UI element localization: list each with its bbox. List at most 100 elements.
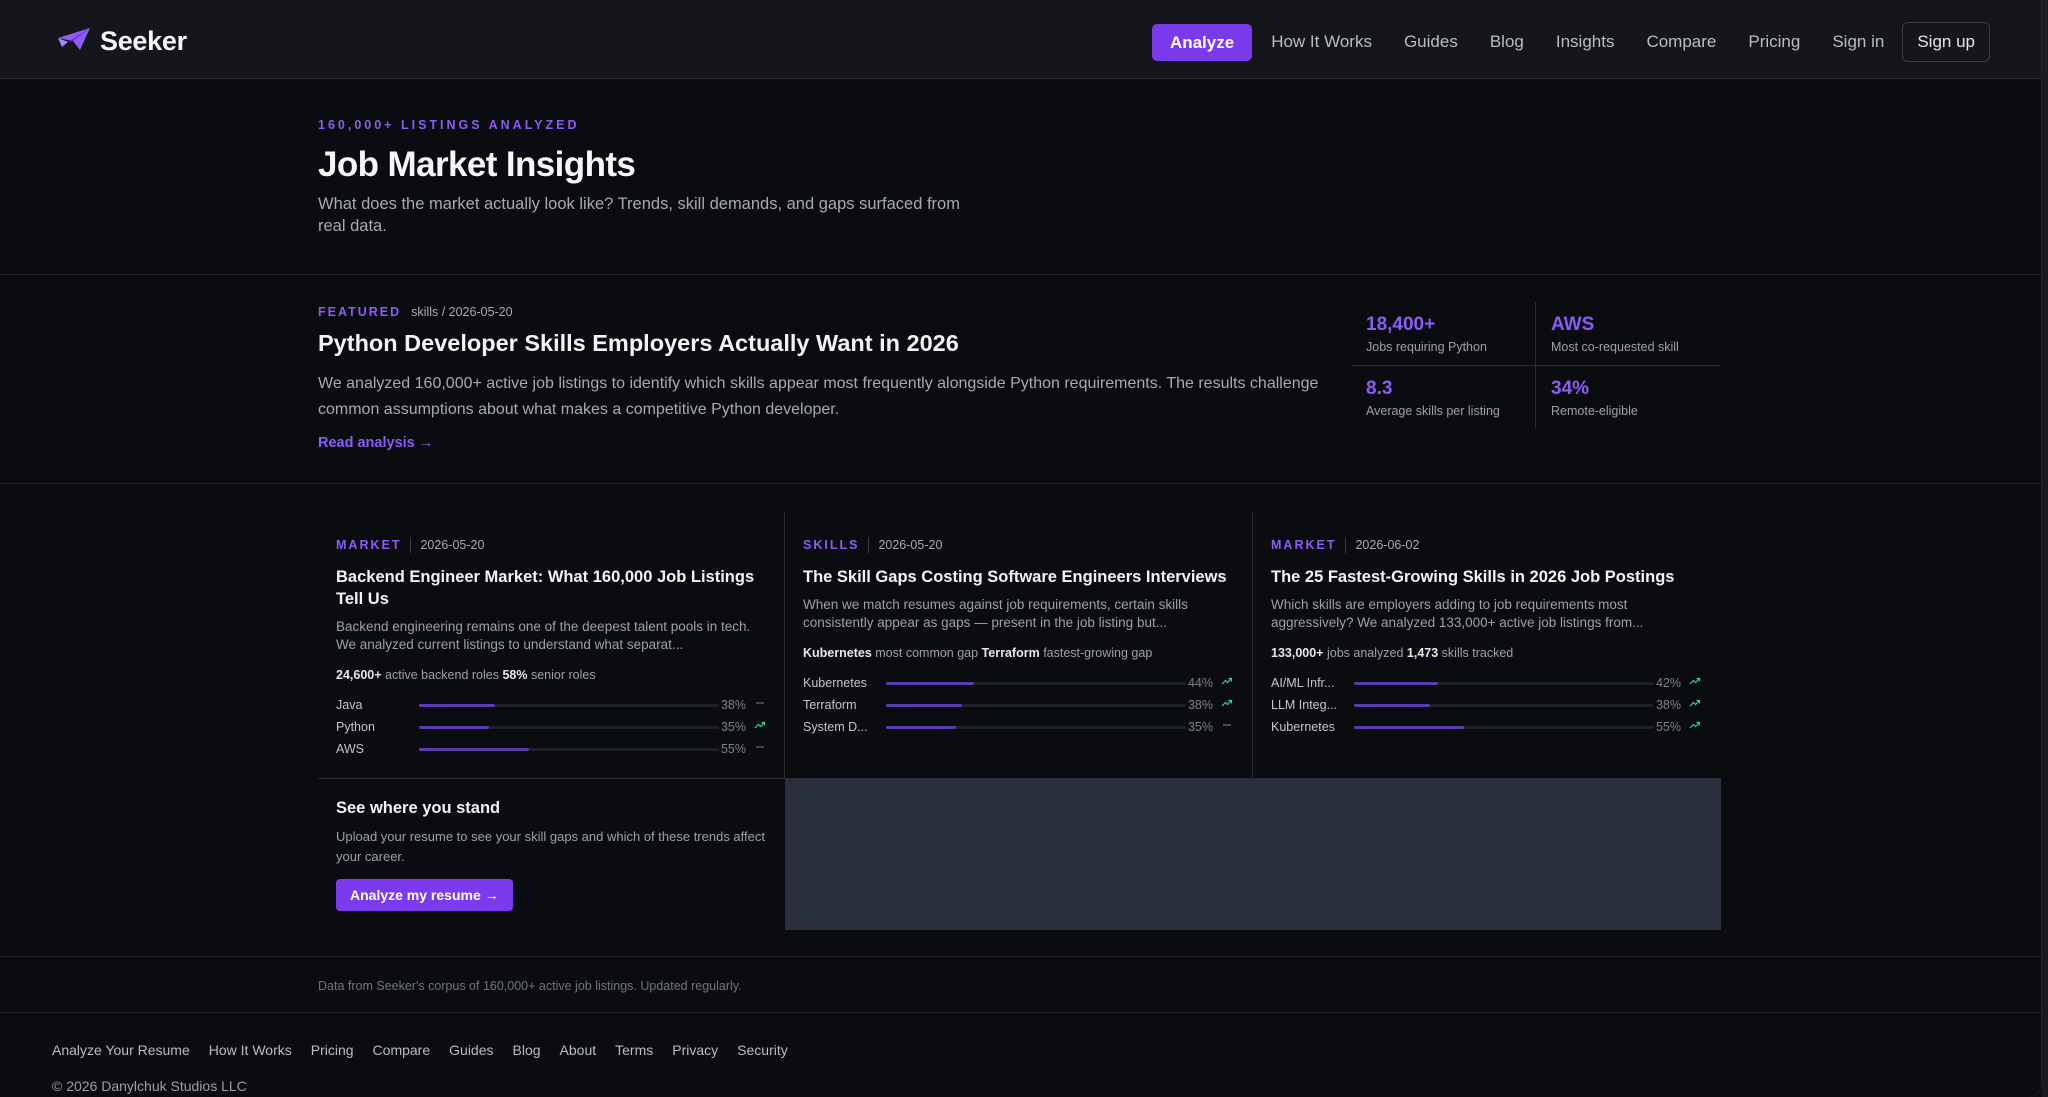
skill-bar-fill [1354,726,1464,729]
skill-percent: 42% [1655,676,1681,690]
skill-bar-row: Kubernetes 44% [803,673,1233,695]
trend-flat-icon [756,702,764,704]
stat-remote: 34% Remote-eligible [1536,366,1721,429]
skill-bars: Kubernetes 44% Terraform 38% System D... 35% [803,673,1233,739]
section-divider [0,274,2041,275]
section-divider [0,483,2041,484]
skill-bar-fill [886,726,956,729]
trend-up-icon [1221,677,1233,685]
skill-percent: 38% [1187,698,1213,712]
featured-title[interactable]: Python Developer Skills Employers Actual… [318,330,959,357]
footer-link-security[interactable]: Security [737,1042,788,1058]
skill-bar-fill [1354,704,1430,707]
card-date: 2026-05-20 [878,538,943,552]
skill-bar-fill [419,748,529,751]
trend-up-icon [1221,699,1233,707]
analyze-resume-button[interactable]: Analyze my resume → [336,879,513,911]
card-stat-value: Terraform [981,646,1040,660]
paper-plane-icon [56,26,92,57]
footer-link-guides[interactable]: Guides [449,1042,493,1058]
main-nav: Analyze How It Works Guides Blog Insight… [1151,22,1990,62]
skill-name: AWS [336,742,365,756]
skill-percent: 44% [1187,676,1213,690]
card-stats: 24,600+ active backend roles 58% senior … [336,668,596,682]
stat-top-skill: AWS Most co-requested skill [1536,302,1721,365]
top-nav-bar: Seeker Analyze How It Works Guides Blog … [0,0,2041,79]
skill-percent: 35% [1187,720,1213,734]
hero-eyebrow: 160,000+ LISTINGS ANALYZED [318,118,580,132]
stat-value: 34% [1551,378,1590,399]
nav-link-blog[interactable]: Blog [1490,32,1524,52]
skill-name: Python [336,720,375,734]
skill-bar-row: Kubernetes 55% [1271,717,1701,739]
stat-value: 8.3 [1366,378,1393,399]
nav-link-compare[interactable]: Compare [1646,32,1716,52]
footer-link-blog[interactable]: Blog [513,1042,541,1058]
insight-card-backend[interactable]: MARKET 2026-05-20 Backend Engineer Marke… [318,512,785,778]
card-stat-value: 58% [502,668,528,682]
card-stat-value: 133,000+ [1271,646,1324,660]
trend-up-icon [1689,721,1701,729]
nav-link-guides[interactable]: Guides [1404,32,1458,52]
nav-analyze-button[interactable]: Analyze [1151,23,1253,61]
insight-cards: MARKET 2026-05-20 Backend Engineer Marke… [318,512,1721,930]
section-divider [0,1012,2041,1013]
scrollbar[interactable] [2042,0,2048,1097]
skill-bar-fill [886,682,974,685]
empty-placeholder-panel [785,778,1721,930]
footer-link-about[interactable]: About [560,1042,597,1058]
skill-bar-row: System D... 35% [803,717,1233,739]
card-date: 2026-05-20 [420,538,485,552]
skill-bar-track [1354,726,1654,729]
card-title[interactable]: The 25 Fastest-Growing Skills in 2026 Jo… [1271,566,1701,588]
card-meta: MARKET 2026-05-20 [336,537,484,553]
sign-up-button[interactable]: Sign up [1902,22,1990,62]
skill-percent: 38% [720,698,746,712]
footer-link-compare[interactable]: Compare [373,1042,431,1058]
card-meta: SKILLS 2026-05-20 [803,537,942,553]
footer-link-how-it-works[interactable]: How It Works [209,1042,292,1058]
skill-name: Java [336,698,363,712]
footer-link-privacy[interactable]: Privacy [672,1042,718,1058]
skill-bar-fill [886,704,962,707]
section-divider [0,956,2041,957]
skill-bar-track [886,704,1186,707]
brand-logo[interactable]: Seeker [56,26,187,57]
skill-name: Kubernetes [1271,720,1335,734]
read-analysis-link[interactable]: Read analysis → [318,435,433,451]
stat-label: Remote-eligible [1551,404,1638,418]
nav-link-sign-in[interactable]: Sign in [1832,32,1884,52]
insight-card-skill-gaps[interactable]: SKILLS 2026-05-20 The Skill Gaps Costing… [785,512,1252,778]
card-description: When we match resumes against job requir… [803,597,1188,630]
footer-link-terms[interactable]: Terms [615,1042,653,1058]
footer-links: Analyze Your Resume How It Works Pricing… [52,1042,788,1058]
card-stat-label: jobs analyzed [1326,646,1404,660]
insight-card-fastest-growing[interactable]: MARKET 2026-06-02 The 25 Fastest-Growing… [1253,512,1720,778]
footer-link-analyze-resume[interactable]: Analyze Your Resume [52,1042,190,1058]
trend-up-icon [754,721,766,729]
stat-value: AWS [1551,314,1595,335]
skill-bar-row: Python 35% [336,717,766,739]
brand-name: Seeker [100,26,187,56]
nav-link-how-it-works[interactable]: How It Works [1271,32,1372,52]
skill-bar-fill [419,704,495,707]
featured-tag: FEATURED [318,305,402,319]
card-title[interactable]: The Skill Gaps Costing Software Engineer… [803,566,1233,588]
skill-name: System D... [803,720,868,734]
skill-bar-fill [419,726,489,729]
stat-avg-skills: 8.3 Average skills per listing [1351,366,1536,429]
card-tag: MARKET [1271,538,1337,552]
footer-link-pricing[interactable]: Pricing [311,1042,354,1058]
card-title[interactable]: Backend Engineer Market: What 160,000 Jo… [336,566,766,610]
trend-up-icon [1689,677,1701,685]
skill-bar-track [419,726,719,729]
skill-bar-track [886,682,1186,685]
featured-stats: 18,400+ Jobs requiring Python AWS Most c… [1351,302,1721,429]
card-tag: SKILLS [803,538,860,552]
card-date: 2026-06-02 [1355,538,1420,552]
nav-link-insights[interactable]: Insights [1556,32,1615,52]
resume-cta: See where you stand Upload your resume t… [318,778,785,930]
meta-separator [1345,537,1347,553]
card-tag: MARKET [336,538,402,552]
nav-link-pricing[interactable]: Pricing [1748,32,1800,52]
